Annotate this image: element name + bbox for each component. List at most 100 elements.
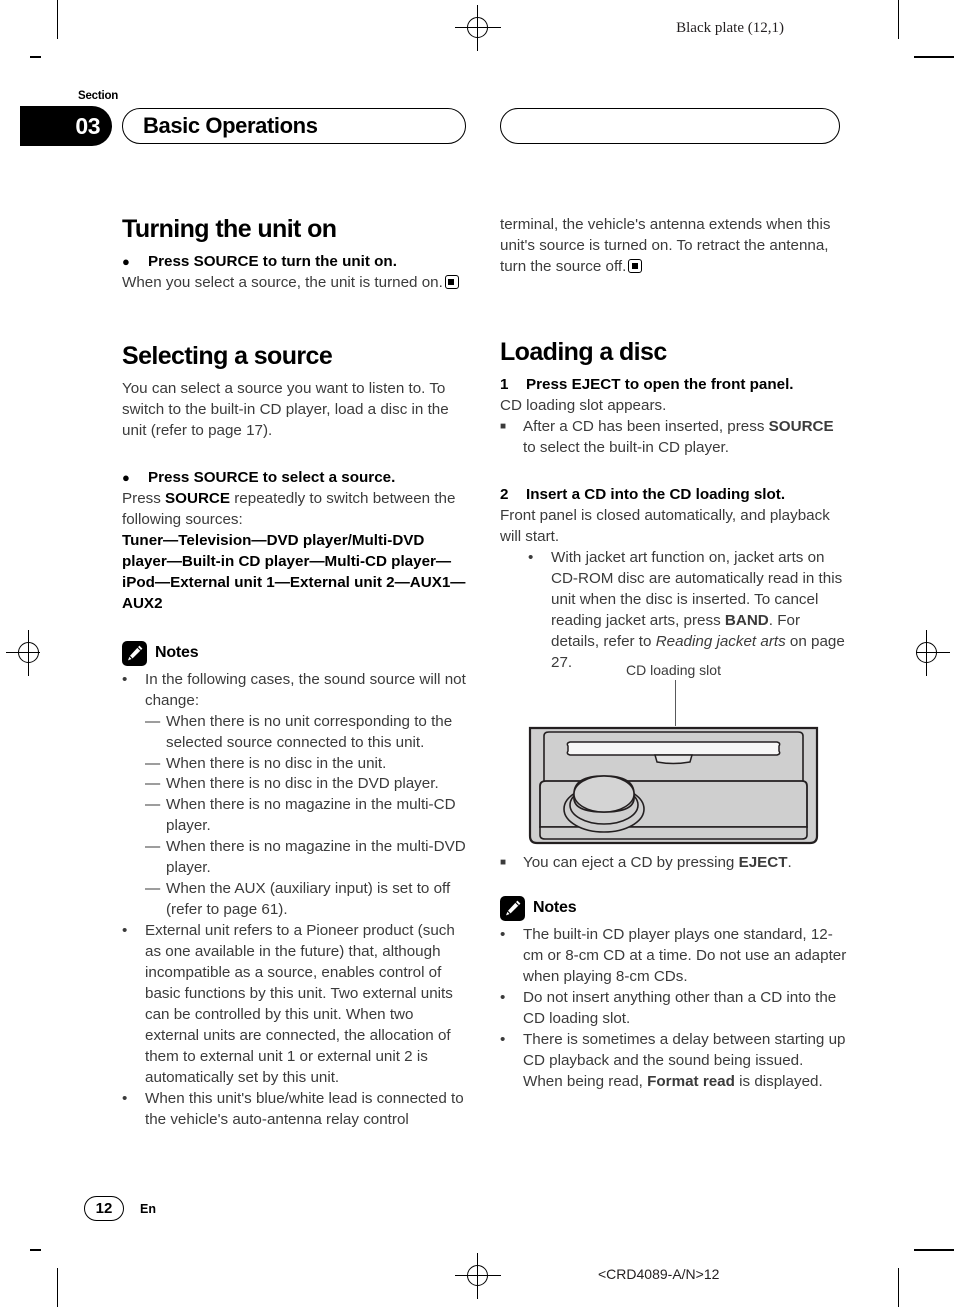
reference-title: Reading jacket arts bbox=[655, 632, 786, 650]
keyword-source: SOURCE bbox=[768, 417, 834, 435]
crop-mark-bottom-left-horizontal bbox=[30, 1249, 41, 1251]
bullet-icon: • bbox=[122, 922, 128, 940]
notes-title: Notes bbox=[533, 899, 577, 917]
left-column: Turning the unit on ● Press SOURCE to tu… bbox=[122, 215, 469, 1131]
page-title: Basic Operations bbox=[122, 108, 466, 144]
list-item: ■ You can eject a CD by pressing EJECT. bbox=[500, 853, 847, 874]
list-item-text: The built-in CD player plays one standar… bbox=[523, 925, 847, 985]
pencil-icon bbox=[122, 640, 147, 666]
list-item: • There is sometimes a delay between sta… bbox=[500, 1030, 847, 1093]
square-bullet-icon: ■ bbox=[500, 420, 507, 432]
notes-header-right: Notes bbox=[500, 895, 847, 921]
registration-mark-bottom-center bbox=[455, 1253, 501, 1299]
paragraph-selecting-intro: You can select a source you want to list… bbox=[122, 379, 449, 439]
paragraph-turn-on-body: When you select a source, the unit is tu… bbox=[122, 273, 469, 294]
step-label: Insert a CD into the CD loading slot. bbox=[526, 485, 786, 503]
bullet-icon: • bbox=[500, 925, 506, 943]
step-1-press-eject: 1 Press EJECT to open the front panel. bbox=[500, 375, 847, 396]
square-bullet-icon: ■ bbox=[500, 857, 507, 868]
command-label: Press SOURCE to turn the unit on. bbox=[148, 253, 397, 270]
list-item-text: When the AUX (auxiliary input) is set to… bbox=[166, 880, 451, 919]
page-title-pill-right bbox=[500, 108, 840, 144]
text-post: . bbox=[787, 854, 792, 871]
bullet-icon: • bbox=[122, 1090, 128, 1107]
keyword-band: BAND bbox=[724, 611, 769, 629]
source-chain-text: Tuner—Television—DVD player/Multi-DVD pl… bbox=[122, 531, 466, 612]
text-pre: After a CD has been inserted, press bbox=[523, 417, 769, 435]
figure-leader-line bbox=[674, 680, 677, 726]
crop-mark-bottom-left-vertical bbox=[57, 1268, 59, 1307]
command-press-source-turn-on: ● Press SOURCE to turn the unit on. bbox=[122, 252, 469, 273]
list-item: • In the following cases, the sound sour… bbox=[122, 670, 469, 712]
step-number: 2 bbox=[500, 485, 509, 503]
step-2-insert-cd: 2 Insert a CD into the CD loading slot. bbox=[500, 485, 847, 506]
keyword-eject: EJECT bbox=[738, 854, 788, 871]
list-item-text: When there is no magazine in the multi-C… bbox=[166, 796, 456, 835]
bullet-dot-icon: ● bbox=[122, 469, 130, 485]
em-dash-icon: — bbox=[145, 796, 161, 814]
paragraph-source-repeat: Press SOURCE repeatedly to switch betwee… bbox=[122, 489, 469, 531]
text-post: is displayed. bbox=[734, 1072, 823, 1090]
list-item-text: Do not insert anything other than a CD i… bbox=[523, 988, 837, 1027]
list-item: — When there is no disc in the DVD playe… bbox=[145, 774, 469, 795]
list-item: • External unit refers to a Pioneer prod… bbox=[122, 921, 469, 1089]
list-item: • With jacket art function on, jacket ar… bbox=[528, 548, 847, 674]
list-item: — When there is no magazine in the multi… bbox=[145, 837, 469, 879]
end-of-section-marker-icon bbox=[444, 274, 459, 289]
notes-header-left: Notes bbox=[122, 640, 469, 666]
heading-selecting-a-source: Selecting a source bbox=[122, 341, 333, 370]
list-item-text: With jacket art function on, jacket arts… bbox=[551, 548, 847, 674]
registration-mark-top-center bbox=[455, 5, 501, 51]
cd-unit-illustration bbox=[500, 726, 847, 846]
crop-mark-top-left-horizontal bbox=[30, 56, 41, 58]
paragraph-continued-from-left: terminal, the vehicle's antenna extends … bbox=[500, 215, 847, 278]
text-pre: You can eject a CD by pressing bbox=[523, 854, 739, 871]
list-item-text: When this unit's blue/white lead is conn… bbox=[145, 1090, 464, 1128]
paragraph-text: terminal, the vehicle's antenna extends … bbox=[500, 216, 831, 275]
em-dash-icon: — bbox=[145, 838, 161, 856]
list-item-text: After a CD has been inserted, press SOUR… bbox=[523, 417, 847, 459]
step-number: 1 bbox=[500, 375, 509, 393]
source-chain-list: Tuner—Television—DVD player/Multi-DVD pl… bbox=[122, 531, 469, 615]
command-label: Press SOURCE to select a source. bbox=[148, 468, 396, 486]
list-item: • When this unit's blue/white lead is co… bbox=[122, 1089, 469, 1131]
crop-mark-bottom-right-vertical bbox=[898, 1268, 900, 1307]
pencil-icon bbox=[500, 895, 525, 921]
text-post: to select the built-in CD player. bbox=[523, 438, 729, 456]
list-item-text: When there is no unit corresponding to t… bbox=[166, 712, 453, 751]
keyword-format-read: Format read bbox=[647, 1072, 735, 1090]
section-number-badge: 03 bbox=[20, 106, 112, 146]
notes-title: Notes bbox=[155, 644, 199, 662]
em-dash-icon: — bbox=[145, 754, 161, 772]
crop-mark-bottom-right-horizontal bbox=[914, 1249, 954, 1251]
list-item: — When there is no disc in the unit. bbox=[145, 754, 469, 775]
text-pre: Press bbox=[122, 489, 166, 507]
right-column-lower: ■ You can eject a CD by pressing EJECT. … bbox=[500, 853, 847, 1093]
registration-mark-left-center bbox=[6, 630, 52, 676]
cd-loading-slot-figure: CD loading slot bbox=[500, 662, 847, 846]
heading-loading-a-disc: Loading a disc bbox=[500, 337, 667, 366]
crop-mark-top-right-vertical bbox=[898, 0, 900, 39]
paragraph-text: When you select a source, the unit is tu… bbox=[122, 273, 443, 291]
bullet-icon: • bbox=[500, 988, 506, 1006]
bullet-dot-icon: ● bbox=[122, 254, 130, 269]
list-item-text: In the following cases, the sound source… bbox=[145, 670, 466, 709]
keyword-source: SOURCE bbox=[165, 489, 231, 507]
crop-mark-top-right-horizontal bbox=[914, 56, 954, 58]
list-item: — When there is no magazine in the multi… bbox=[145, 795, 469, 837]
page-number-badge: 12 bbox=[84, 1196, 124, 1221]
paragraph-step1-body: CD loading slot appears. bbox=[500, 396, 667, 414]
black-plate-label: Black plate (12,1) bbox=[676, 20, 784, 36]
list-item-text: When there is no magazine in the multi-D… bbox=[166, 838, 466, 877]
registration-mark-right-center bbox=[904, 630, 950, 676]
list-item: ■ After a CD has been inserted, press SO… bbox=[500, 417, 847, 459]
em-dash-icon: — bbox=[145, 880, 161, 898]
language-code: En bbox=[140, 1202, 156, 1216]
list-item: • The built-in CD player plays one stand… bbox=[500, 925, 847, 988]
colophon-code: <CRD4089-A/N>12 bbox=[598, 1266, 720, 1282]
command-press-source-select: ● Press SOURCE to select a source. bbox=[122, 468, 469, 489]
list-item-text: You can eject a CD by pressing EJECT. bbox=[523, 853, 847, 874]
list-item: — When the AUX (auxiliary input) is set … bbox=[145, 879, 469, 921]
em-dash-icon: — bbox=[145, 775, 161, 793]
bullet-icon: • bbox=[500, 1030, 506, 1048]
